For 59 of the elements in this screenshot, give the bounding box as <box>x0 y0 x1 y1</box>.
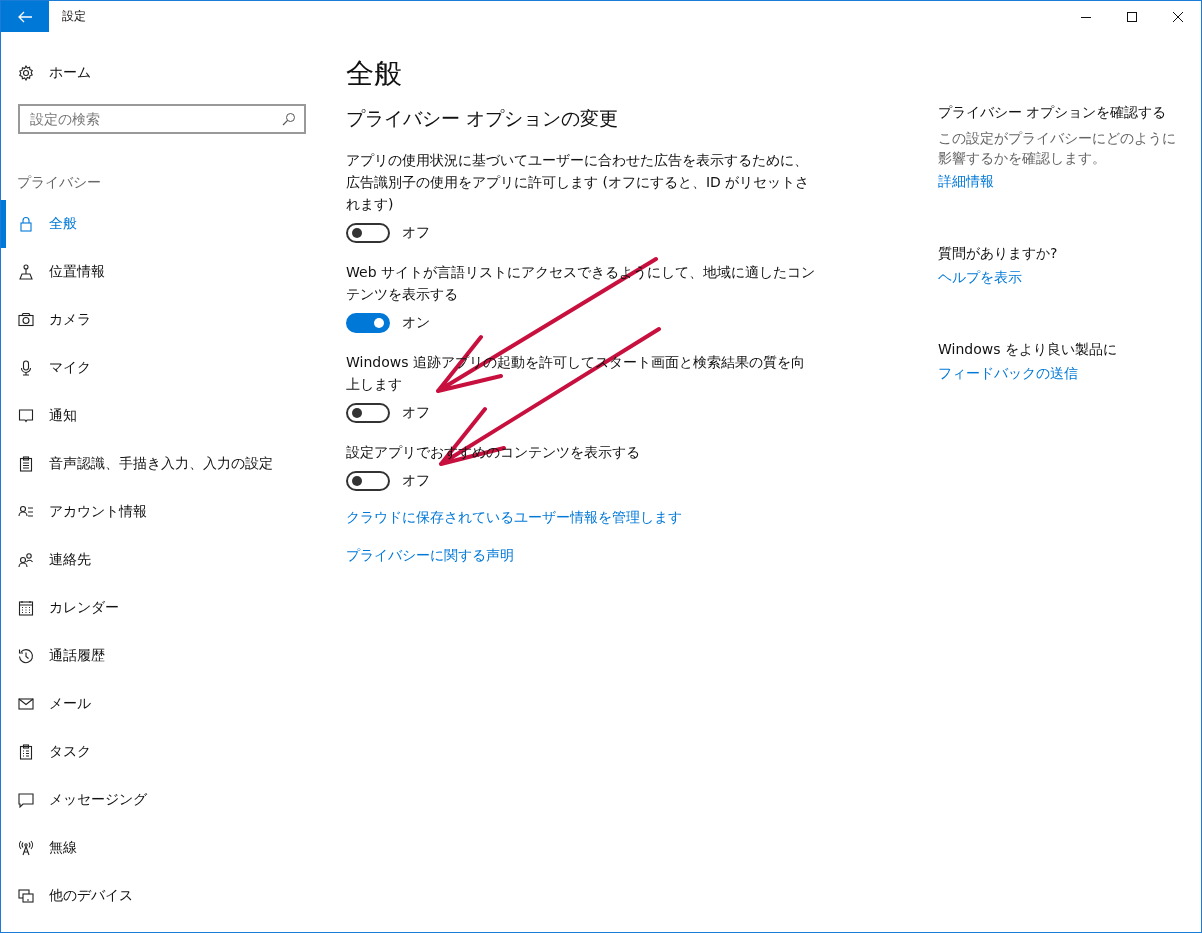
message-icon <box>18 792 34 808</box>
search-field[interactable]: 設定の検索 <box>18 104 306 134</box>
sidebar-item[interactable]: メール <box>1 680 321 728</box>
toggle-switch[interactable] <box>346 403 390 423</box>
aside-heading: 質問がありますか? <box>938 244 1059 263</box>
aside-text: この設定がプライバシーにどのように影響するかを確認します。 <box>938 129 1177 168</box>
section-title: プライバシー オプションの変更 <box>346 106 620 131</box>
clipboard-icon <box>18 456 34 472</box>
microphone-icon <box>18 360 34 376</box>
contacts-icon <box>18 552 34 568</box>
sidebar-item[interactable]: カメラ <box>1 296 321 344</box>
gear-icon <box>18 65 34 81</box>
sidebar-item[interactable]: 通知 <box>1 392 321 440</box>
section-heading: プライバシー <box>17 174 102 192</box>
toggle-state-label: オフ <box>402 224 430 242</box>
sidebar-item[interactable]: タスク <box>1 728 321 776</box>
setting-description: アプリの使用状況に基づいてユーザーに合わせた広告を表示するために、広告識別子の使用をアプリに許可します (オフにすると、ID がリセットされます) <box>346 151 811 214</box>
antenna-icon <box>18 840 34 856</box>
camera-icon <box>18 312 34 328</box>
sidebar-item[interactable]: 連絡先 <box>1 536 321 584</box>
toggle-switch[interactable] <box>346 471 390 491</box>
location-pin-icon <box>18 264 34 280</box>
sidebar-item[interactable]: 全般 <box>1 200 321 248</box>
maximize-icon <box>1127 11 1137 22</box>
account-list-icon <box>18 504 34 520</box>
link[interactable]: 詳細情報 <box>938 173 994 191</box>
aside-heading: プライバシー オプションを確認する <box>938 103 1168 122</box>
link[interactable]: フィードバックの送信 <box>938 365 1078 383</box>
calendar-icon <box>18 600 34 616</box>
toggle-switch[interactable] <box>346 313 390 333</box>
sidebar-item[interactable]: 通話履歴 <box>1 632 321 680</box>
sidebar-item[interactable]: マイク <box>1 344 321 392</box>
home-link[interactable]: ホーム <box>18 63 321 83</box>
page-title: 全般 <box>346 56 403 92</box>
link[interactable]: ヘルプを表示 <box>938 269 1022 287</box>
sidebar-item[interactable]: カレンダー <box>1 584 321 632</box>
sidebar-item[interactable]: アカウント情報 <box>1 488 321 536</box>
sidebar-item[interactable]: メッセージング <box>1 776 321 824</box>
search-icon <box>282 112 296 126</box>
sidebar-item[interactable]: 音声認識、手描き入力、入力の設定 <box>1 440 321 488</box>
window-title: 設定 <box>62 8 86 25</box>
sidebar-item[interactable]: 位置情報 <box>1 248 321 296</box>
lock-icon <box>18 216 34 232</box>
aside-heading: Windows をより良い製品に <box>938 340 1118 359</box>
back-button[interactable] <box>1 1 49 32</box>
task-list-icon <box>18 744 34 760</box>
toggle-state-label: オフ <box>402 472 430 490</box>
history-icon <box>18 648 34 664</box>
toggle-state-label: オフ <box>402 404 430 422</box>
toggle-switch[interactable] <box>346 223 390 243</box>
link[interactable]: プライバシーに関する声明 <box>346 547 514 565</box>
devices-icon <box>18 888 34 904</box>
notification-icon <box>18 408 34 424</box>
link[interactable]: クラウドに保存されているユーザー情報を管理します <box>346 509 682 527</box>
toggle-state-label: オン <box>402 314 430 332</box>
close-icon <box>1173 11 1183 22</box>
mail-icon <box>18 696 34 712</box>
sidebar-item[interactable]: 他のデバイス <box>1 872 321 920</box>
sidebar-item[interactable]: 無線 <box>1 824 321 872</box>
